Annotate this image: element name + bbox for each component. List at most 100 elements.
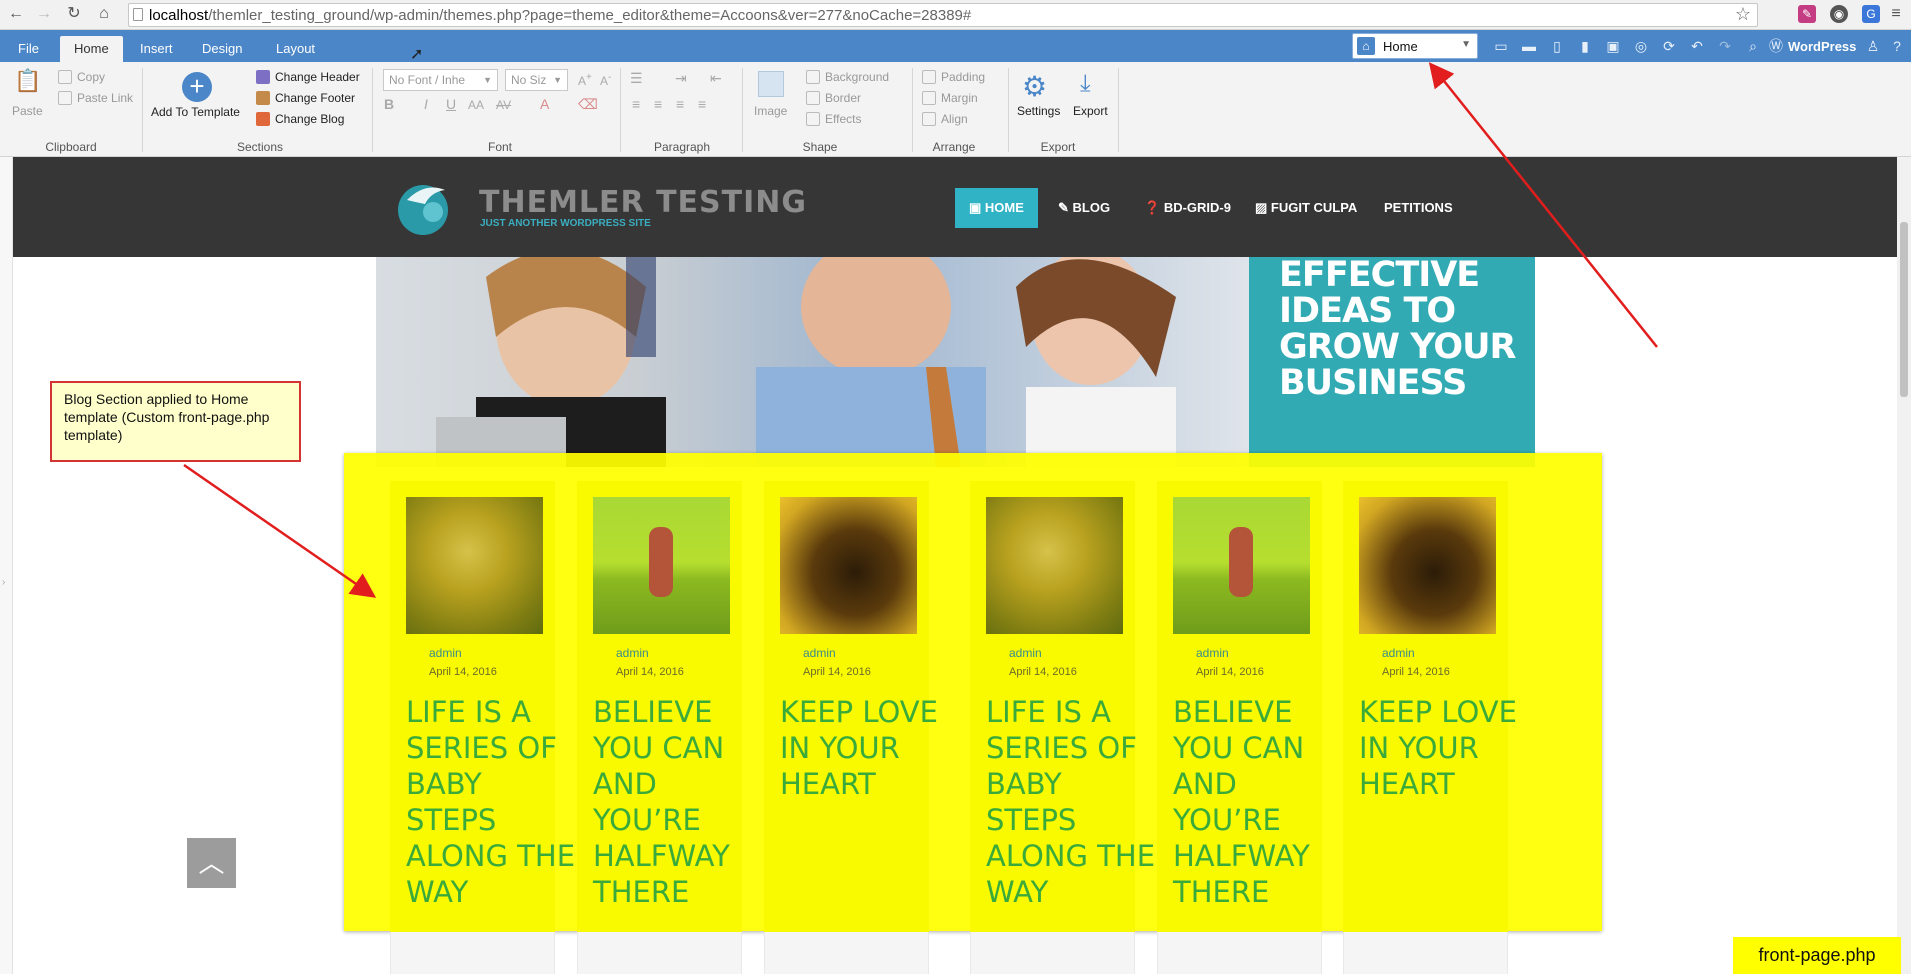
phone-view-icon[interactable]: ▮ <box>1576 37 1594 55</box>
change-header-button[interactable]: Change Header <box>256 70 360 84</box>
align-left-icon[interactable]: ≡ <box>632 96 640 112</box>
post-thumbnail-baby-feet[interactable] <box>986 497 1123 634</box>
align-button[interactable]: Align <box>922 112 968 126</box>
post-thumbnail-hands-ring[interactable] <box>1359 497 1496 634</box>
group-divider <box>1008 68 1009 152</box>
post-title[interactable]: KEEP LOVE IN YOUR HEART <box>780 694 950 802</box>
post-thumbnail-baby-feet[interactable] <box>406 497 543 634</box>
site-title[interactable]: THEMLER TESTING <box>479 185 807 220</box>
post-author[interactable]: admin <box>1382 646 1415 660</box>
post-thumbnail-child-beach[interactable] <box>593 497 730 634</box>
effects-button[interactable]: Effects <box>806 112 861 126</box>
nav-bd-grid-9[interactable]: ❓ BD-GRID-9 <box>1130 188 1245 228</box>
italic-icon[interactable]: I <box>424 96 428 112</box>
align-justify-icon[interactable]: ≡ <box>698 96 706 112</box>
post-title[interactable]: LIFE IS A SERIES OF BABY STEPS ALONG THE… <box>986 694 1156 910</box>
tab-home[interactable]: Home <box>60 36 123 62</box>
post-title[interactable]: BELIEVE YOU CAN AND YOU’RE HALFWAY THERE <box>1173 694 1343 910</box>
nav-blog[interactable]: ✎ BLOG <box>1044 188 1124 228</box>
copy-button[interactable]: Copy <box>58 70 105 84</box>
user-icon[interactable]: ♙ <box>1864 37 1882 55</box>
scroll-to-top-button[interactable]: ︿ <box>187 838 236 888</box>
image-icon[interactable] <box>758 71 784 97</box>
undo-icon[interactable]: ↶ <box>1688 37 1706 55</box>
desktop-view-icon[interactable]: ▭ <box>1492 37 1510 55</box>
post-thumbnail-child-beach[interactable] <box>1173 497 1310 634</box>
globe-icon[interactable]: ◎ <box>1632 37 1650 55</box>
redo-icon[interactable]: ↷ <box>1716 37 1734 55</box>
home-icon[interactable]: ⌂ <box>94 4 114 24</box>
left-panel-toggle[interactable]: › <box>0 157 13 974</box>
shrink-font-icon[interactable]: A- <box>600 72 611 88</box>
add-to-template-button[interactable]: Add To Template <box>151 105 240 119</box>
export-button[interactable]: Export <box>1073 104 1108 118</box>
bold-icon[interactable]: B <box>384 96 394 112</box>
post-card-bottom <box>1343 932 1508 974</box>
back-icon[interactable]: ← <box>6 4 26 24</box>
post-title[interactable]: LIFE IS A SERIES OF BABY STEPS ALONG THE… <box>406 694 576 910</box>
nav-petitions[interactable]: PETITIONS <box>1370 188 1467 228</box>
bookmark-star-icon[interactable]: ☆ <box>1735 4 1751 25</box>
settings-button[interactable]: Settings <box>1017 104 1060 118</box>
laptop-view-icon[interactable]: ▬ <box>1520 37 1538 55</box>
caps-icon[interactable]: AA <box>468 98 484 112</box>
post-author[interactable]: admin <box>803 646 836 660</box>
post-author[interactable]: admin <box>429 646 462 660</box>
address-bar[interactable]: localhost/themler_testing_ground/wp-admi… <box>128 3 1758 27</box>
indent-icon[interactable]: ⇥ <box>675 70 687 87</box>
save-icon[interactable]: ▣ <box>1604 37 1622 55</box>
underline-icon[interactable]: U <box>446 96 456 112</box>
strikethrough-icon[interactable]: AV <box>496 98 511 112</box>
export-icon[interactable]: ⤓ <box>1080 70 1091 98</box>
post-date: April 14, 2016 <box>1196 666 1264 678</box>
post-author[interactable]: admin <box>1196 646 1229 660</box>
gear-icon[interactable]: ⚙ <box>1022 70 1047 103</box>
tab-design[interactable]: Design <box>188 36 256 62</box>
font-size-select[interactable]: No Siz ▼ <box>505 69 568 91</box>
scrollbar-thumb[interactable] <box>1900 222 1908 397</box>
post-thumbnail-hands-ring[interactable] <box>780 497 917 634</box>
help-icon[interactable]: ? <box>1888 37 1906 55</box>
add-icon[interactable]: + <box>182 72 212 102</box>
change-footer-button[interactable]: Change Footer <box>256 91 355 105</box>
tablet-view-icon[interactable]: ▯ <box>1548 37 1566 55</box>
refresh-icon[interactable]: ⟳ <box>1660 37 1678 55</box>
padding-button[interactable]: Padding <box>922 70 985 84</box>
clear-format-icon[interactable]: ⌫ <box>578 96 598 113</box>
nav-home[interactable]: ▣ HOME <box>955 188 1038 228</box>
tab-layout[interactable]: Layout <box>262 36 329 62</box>
post-author[interactable]: admin <box>616 646 649 660</box>
feather-extension-icon[interactable]: ✎ <box>1798 5 1816 23</box>
align-center-icon[interactable]: ≡ <box>654 96 662 112</box>
menu-icon[interactable]: ≡ <box>1886 4 1906 24</box>
font-color-icon[interactable]: A <box>540 96 549 112</box>
preview-icon[interactable]: ⌕ <box>1744 37 1762 55</box>
line-spacing-icon[interactable]: ☰ <box>630 70 643 87</box>
forward-icon[interactable]: → <box>34 4 54 24</box>
post-title[interactable]: BELIEVE YOU CAN AND YOU’RE HALFWAY THERE <box>593 694 763 910</box>
background-button[interactable]: Background <box>806 70 889 84</box>
align-right-icon[interactable]: ≡ <box>676 96 684 112</box>
tab-insert[interactable]: Insert <box>126 36 187 62</box>
font-family-select[interactable]: No Font / Inhe ▼ <box>383 69 498 91</box>
page-template-value: Home <box>1383 39 1418 54</box>
paste-button[interactable]: Paste <box>12 104 43 118</box>
grow-font-icon[interactable]: A+ <box>578 72 592 88</box>
translate-extension-icon[interactable]: G <box>1862 5 1880 23</box>
image-button[interactable]: Image <box>754 104 787 118</box>
paste-link-button[interactable]: Paste Link <box>58 91 133 105</box>
tab-file[interactable]: File <box>4 36 53 62</box>
margin-button[interactable]: Margin <box>922 91 978 105</box>
group-divider <box>912 68 913 152</box>
wordpress-link[interactable]: WordPress <box>1788 39 1856 54</box>
nav-fugit-culpa[interactable]: ▨ FUGIT CULPA <box>1241 188 1371 228</box>
border-button[interactable]: Border <box>806 91 861 105</box>
group-divider <box>372 68 373 152</box>
page-template-select[interactable]: ⌂ Home ▼ <box>1352 33 1478 59</box>
outdent-icon[interactable]: ⇤ <box>710 70 722 87</box>
reload-icon[interactable]: ↻ <box>64 4 84 24</box>
post-title[interactable]: KEEP LOVE IN YOUR HEART <box>1359 694 1529 802</box>
post-author[interactable]: admin <box>1009 646 1042 660</box>
change-blog-button[interactable]: Change Blog <box>256 112 344 126</box>
eye-extension-icon[interactable]: ◉ <box>1830 5 1848 23</box>
